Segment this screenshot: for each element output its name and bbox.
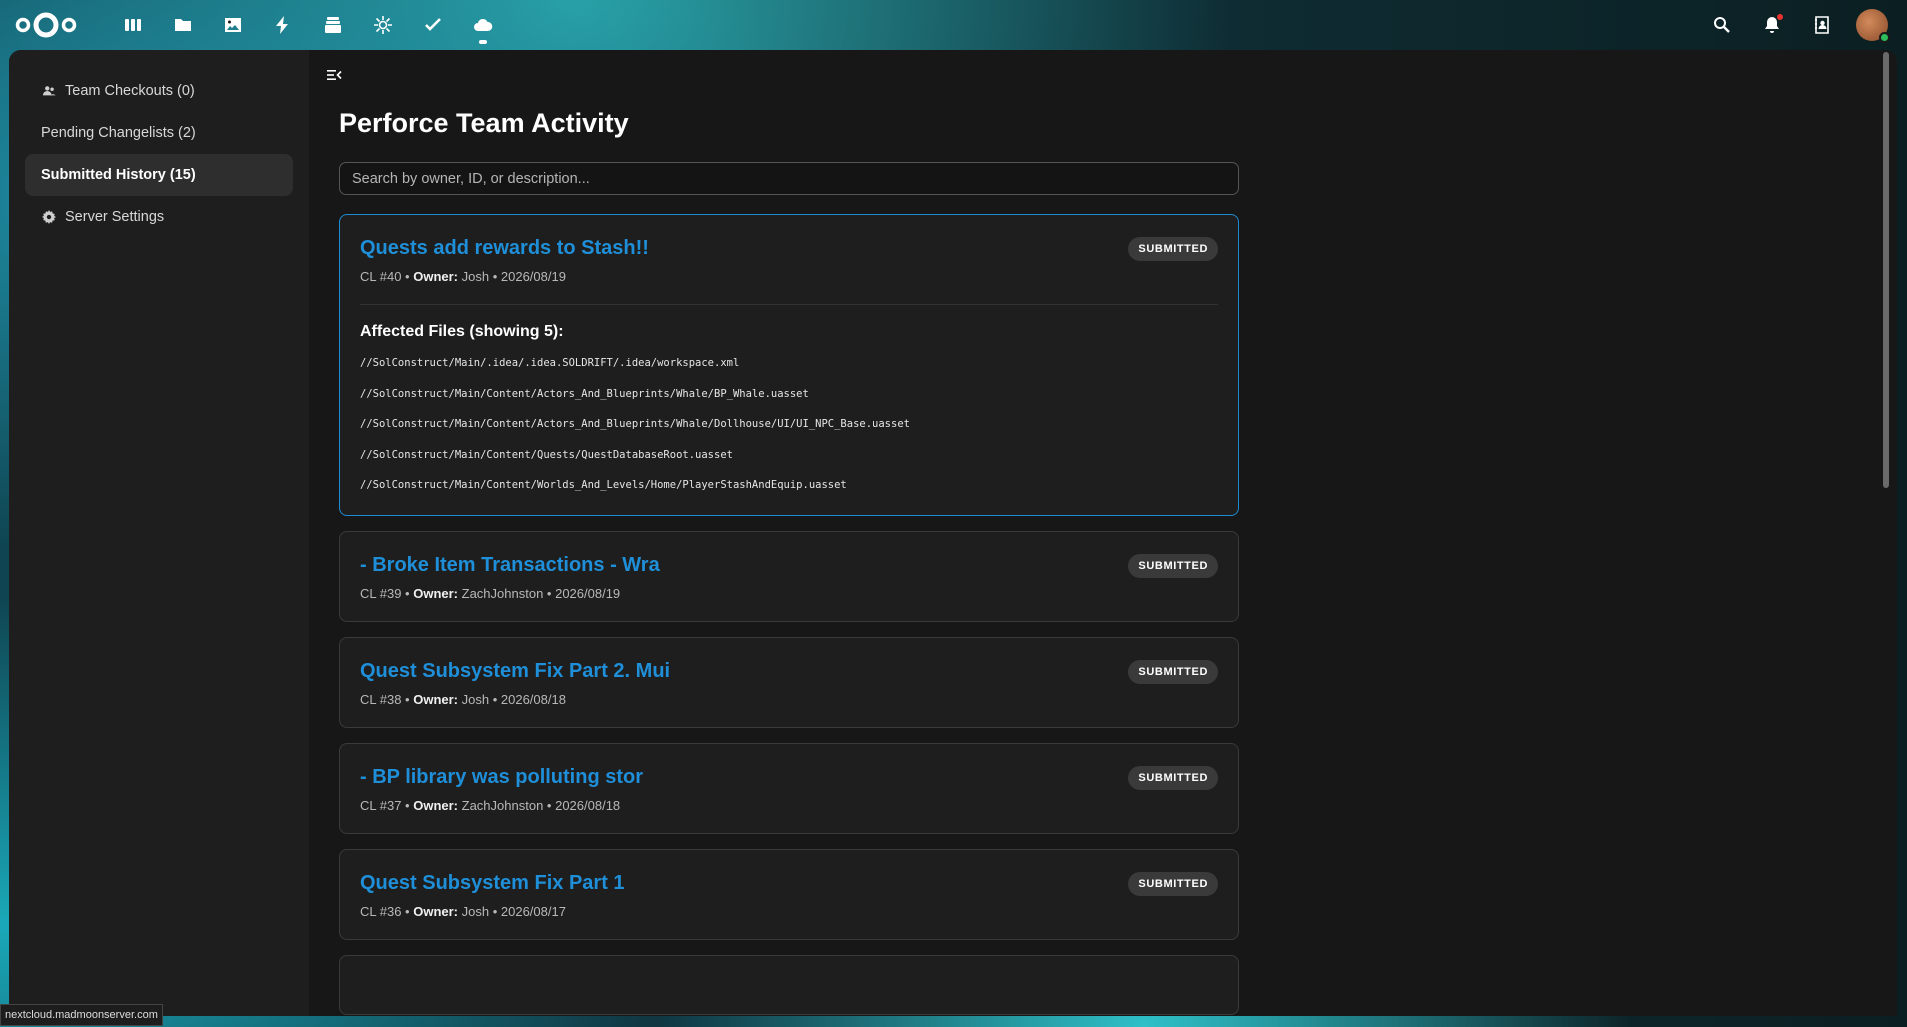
status-badge: SUBMITTED <box>1128 554 1218 578</box>
owner-label: Owner: <box>413 269 459 284</box>
status-badge: SUBMITTED <box>1128 660 1218 684</box>
changelist-card[interactable]: Quest Subsystem Fix Part 1 CL #36 • Owne… <box>339 849 1239 940</box>
app-content: Team Checkouts (0) Pending Changelists (… <box>9 50 1897 1016</box>
online-status-icon <box>1879 32 1890 43</box>
photos-icon[interactable] <box>208 0 258 50</box>
cloud-icon[interactable] <box>458 0 508 50</box>
file-path: //SolConstruct/Main/Content/Actors_And_B… <box>360 418 910 430</box>
sidebar: Team Checkouts (0) Pending Changelists (… <box>9 50 309 1016</box>
changelist-id: CL #39 <box>360 586 402 601</box>
status-badge: SUBMITTED <box>1128 237 1218 261</box>
deck-icon[interactable] <box>308 0 358 50</box>
changelist-id: CL #40 <box>360 269 402 284</box>
top-header <box>0 0 1907 50</box>
nextcloud-logo-icon[interactable] <box>14 9 78 41</box>
sidebar-item-pending-changelists[interactable]: Pending Changelists (2) <box>25 112 293 154</box>
changelist-date: 2026/08/18 <box>555 798 621 813</box>
dashboard-icon[interactable] <box>108 0 158 50</box>
changelist-title[interactable]: - Broke Item Transactions - Wra <box>360 554 1218 577</box>
changelist-card[interactable]: Quest Subsystem Fix Part 2. Mui CL #38 •… <box>339 637 1239 728</box>
changelist-owner: Josh <box>461 692 490 707</box>
sidebar-toggle-icon[interactable] <box>323 64 345 86</box>
sidebar-item-label: Pending Changelists (2) <box>41 125 196 141</box>
file-path: //SolConstruct/Main/Content/Worlds_And_L… <box>360 479 847 491</box>
app-menu <box>108 0 508 50</box>
avatar[interactable] <box>1856 9 1890 43</box>
file-path: //SolConstruct/Main/Content/Quests/Quest… <box>360 448 733 461</box>
search-icon[interactable] <box>1697 0 1747 50</box>
owner-label: Owner: <box>413 692 459 707</box>
sidebar-item-submitted-history[interactable]: Submitted History (15) <box>25 154 293 196</box>
changelist-card[interactable]: - Broke Item Transactions - Wra CL #39 •… <box>339 531 1239 622</box>
page-title: Perforce Team Activity <box>339 108 629 138</box>
affected-files-title: Affected Files (showing 5): <box>360 323 564 340</box>
changelist-title[interactable]: Quests add rewards to Stash!! <box>360 237 1218 260</box>
changelist-date: 2026/08/19 <box>555 586 621 601</box>
team-icon <box>41 83 57 99</box>
changelist-date: 2026/08/18 <box>500 692 566 707</box>
changelist-meta: CL #40 • Owner: Josh • 2026/08/19 <box>360 269 566 284</box>
changelist-id: CL #37 <box>360 798 402 813</box>
changelist-owner: Josh <box>461 904 490 919</box>
sidebar-item-team-checkouts[interactable]: Team Checkouts (0) <box>25 70 293 112</box>
notifications-bell-icon[interactable] <box>1747 0 1797 50</box>
changelist-card[interactable] <box>339 955 1239 1015</box>
changelist-owner: ZachJohnston <box>461 798 544 813</box>
sidebar-item-label: Team Checkouts (0) <box>65 83 195 99</box>
changelist-date: 2026/08/19 <box>500 269 566 284</box>
changelist-id: CL #38 <box>360 692 402 707</box>
sidebar-item-label: Submitted History (15) <box>41 167 196 183</box>
changelist-meta: CL #39 • Owner: ZachJohnston • 2026/08/1… <box>360 586 621 601</box>
divider <box>360 304 1218 305</box>
user-menu[interactable] <box>1847 0 1897 50</box>
status-bar-url: nextcloud.madmoonserver.com <box>0 1004 163 1026</box>
sidebar-item-server-settings[interactable]: Server Settings <box>25 196 293 238</box>
changelist-card[interactable]: - BP library was polluting stor CL #37 •… <box>339 743 1239 834</box>
owner-label: Owner: <box>413 586 459 601</box>
perforce-icon[interactable] <box>358 0 408 50</box>
changelist-title[interactable]: - BP library was polluting stor <box>360 766 1218 789</box>
notification-dot <box>1777 14 1783 20</box>
main-content: Perforce Team Activity Quests add reward… <box>309 50 1897 1016</box>
changelist-meta: CL #37 • Owner: ZachJohnston • 2026/08/1… <box>360 798 621 813</box>
file-path: //SolConstruct/Main/Content/Actors_And_B… <box>360 387 809 400</box>
gear-icon <box>41 209 57 225</box>
changelist-date: 2026/08/17 <box>500 904 566 919</box>
changelist-list: Quests add rewards to Stash!! CL #40 • O… <box>339 214 1239 1016</box>
changelist-owner: Josh <box>461 269 490 284</box>
search-input[interactable] <box>339 162 1239 195</box>
owner-label: Owner: <box>413 904 459 919</box>
scrollbar[interactable] <box>1883 52 1889 488</box>
header-right <box>1697 0 1897 50</box>
file-path: //SolConstruct/Main/.idea/.idea.SOLDRIFT… <box>360 357 740 369</box>
changelist-meta: CL #36 • Owner: Josh • 2026/08/17 <box>360 904 566 919</box>
status-badge: SUBMITTED <box>1128 872 1218 896</box>
status-badge: SUBMITTED <box>1128 766 1218 790</box>
changelist-title[interactable]: Quest Subsystem Fix Part 2. Mui <box>360 660 1218 683</box>
contacts-icon[interactable] <box>1797 0 1847 50</box>
changelist-meta: CL #38 • Owner: Josh • 2026/08/18 <box>360 692 566 707</box>
activity-icon[interactable] <box>258 0 308 50</box>
sidebar-item-label: Server Settings <box>65 209 165 225</box>
changelist-title[interactable]: Quest Subsystem Fix Part 1 <box>360 872 1218 895</box>
tasks-icon[interactable] <box>408 0 458 50</box>
changelist-owner: ZachJohnston <box>461 586 544 601</box>
changelist-card[interactable]: Quests add rewards to Stash!! CL #40 • O… <box>339 214 1239 516</box>
files-icon[interactable] <box>158 0 208 50</box>
changelist-id: CL #36 <box>360 904 402 919</box>
owner-label: Owner: <box>413 798 459 813</box>
